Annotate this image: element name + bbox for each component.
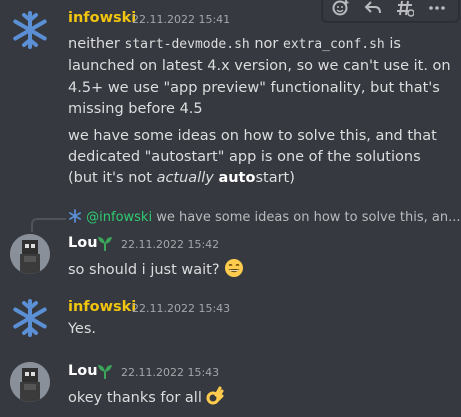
ok-hand-icon <box>206 386 224 405</box>
reply-preview[interactable]: @infowski we have some ideas on how to s… <box>68 209 460 225</box>
reply-mention: @infowski <box>86 210 153 225</box>
avatar-image <box>10 362 50 402</box>
username[interactable]: infowski <box>68 299 136 315</box>
username[interactable]: Lou <box>68 363 98 379</box>
message-line: Yes. <box>68 321 97 337</box>
sprout-icon <box>98 237 112 251</box>
message-line: launched on latest 4.x version, so we ca… <box>68 58 451 74</box>
message-line: so should i just wait? <box>68 258 244 278</box>
message-line: neither start-devmode.sh nor extra_conf.… <box>68 36 401 52</box>
add-reaction-icon[interactable] <box>329 0 353 19</box>
reply-spine <box>31 218 66 232</box>
username[interactable]: infowski <box>68 10 136 26</box>
sprout-icon <box>98 365 112 379</box>
avatar[interactable] <box>10 298 50 338</box>
avatar[interactable] <box>10 234 50 274</box>
reply-body: we have some ideas on how to solve this,… <box>152 210 461 225</box>
snowflake-icon <box>13 299 47 337</box>
message-actions-toolbar <box>322 0 459 22</box>
avatar[interactable] <box>10 362 50 402</box>
timestamp: 22.11.2022 15:41 <box>132 13 231 26</box>
snowflake-icon <box>68 209 82 223</box>
timestamp: 22.11.2022 15:43 <box>132 302 231 315</box>
message-line: okey thanks for all <box>68 386 224 406</box>
message-line: missing before 4.5 <box>68 101 203 117</box>
snowflake-icon <box>13 11 47 49</box>
timestamp: 22.11.2022 15:43 <box>121 366 220 379</box>
username[interactable]: Lou <box>68 235 98 251</box>
message-line: we have some ideas on how to solve this,… <box>68 128 437 144</box>
timestamp: 22.11.2022 15:42 <box>121 238 220 251</box>
avatar-image <box>10 234 50 274</box>
more-icon[interactable] <box>425 0 449 19</box>
avatar[interactable] <box>10 10 50 50</box>
message-line: 4.5+ we use "app preview" functionality,… <box>68 80 440 96</box>
grinning-face-icon <box>225 259 244 277</box>
inline-code: start-devmode.sh <box>124 37 250 52</box>
message-line: (but it's not actually autostart) <box>68 170 295 186</box>
reply-icon[interactable] <box>361 0 385 19</box>
message-line: dedicated "autostart" app is one of the … <box>68 149 421 165</box>
thread-icon[interactable] <box>393 0 417 19</box>
inline-code: extra_conf.sh <box>283 37 385 52</box>
